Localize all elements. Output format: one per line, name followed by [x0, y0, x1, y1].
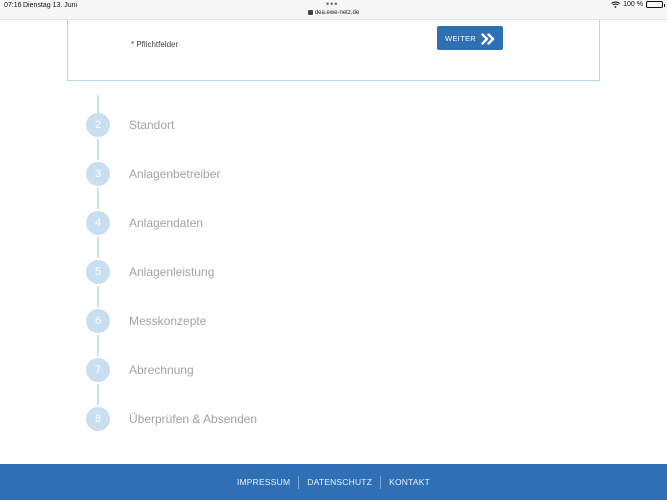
step-number: 8 [86, 407, 110, 431]
step-connector [97, 286, 99, 307]
status-time: 07:16 [4, 2, 22, 9]
next-button-label: WEITER [445, 33, 476, 43]
step-item[interactable]: 6 Messkonzepte [86, 309, 206, 333]
step-connector [97, 188, 99, 209]
step-connector [97, 237, 99, 258]
step-item[interactable]: 4 Anlagendaten [86, 211, 203, 235]
lock-icon [307, 10, 313, 15]
step-number: 2 [86, 113, 110, 137]
step-label: Messkonzepte [129, 314, 207, 328]
step-item[interactable]: 7 Abrechnung [86, 358, 194, 382]
step-connector [97, 139, 99, 160]
step-number: 5 [86, 260, 110, 284]
step-label: Anlagendaten [129, 216, 204, 230]
status-bar: 07:16 Dienstag 13. Juni ••• dea.ewe-netz… [0, 0, 667, 20]
footer-link-kontakt[interactable]: KONTAKT [381, 477, 438, 487]
step-number: 7 [86, 358, 110, 382]
step-number: 3 [86, 162, 110, 186]
address-bar[interactable]: dea.ewe-netz.de [0, 10, 667, 16]
step-number: 4 [86, 211, 110, 235]
battery-icon [646, 1, 665, 8]
step-label: Anlagenleistung [129, 265, 215, 279]
step-connector [97, 335, 99, 356]
step-item[interactable]: 3 Anlagenbetreiber [86, 162, 220, 186]
step-item[interactable]: 2 Standort [86, 113, 174, 137]
status-date: Dienstag 13. Juni [23, 2, 78, 9]
wifi-icon [611, 1, 620, 8]
step-label: Überprüfen & Absenden [129, 412, 258, 426]
battery-percent: 100 % [623, 1, 643, 8]
form-card: * Pflichtfelder WEITER [67, 20, 600, 81]
step-label: Standort [129, 118, 175, 132]
step-item[interactable]: 8 Überprüfen & Absenden [86, 407, 257, 431]
status-indicators: 100 % [611, 1, 665, 8]
step-connector [97, 384, 99, 405]
footer: IMPRESSUM DATENSCHUTZ KONTAKT [0, 464, 667, 500]
step-number: 6 [86, 309, 110, 333]
step-label: Anlagenbetreiber [129, 167, 221, 181]
footer-link-datenschutz[interactable]: DATENSCHUTZ [299, 477, 380, 487]
footer-link-impressum[interactable]: IMPRESSUM [229, 477, 298, 487]
step-item[interactable]: 5 Anlagenleistung [86, 260, 214, 284]
url-text: dea.ewe-netz.de [314, 10, 360, 16]
more-dots-icon[interactable]: ••• [326, 0, 338, 9]
step-connector [97, 95, 99, 115]
double-chevron-right-icon [481, 32, 495, 45]
step-label: Abrechnung [129, 363, 194, 377]
next-button[interactable]: WEITER [437, 26, 503, 50]
required-fields-note: * Pflichtfelder [131, 40, 179, 49]
